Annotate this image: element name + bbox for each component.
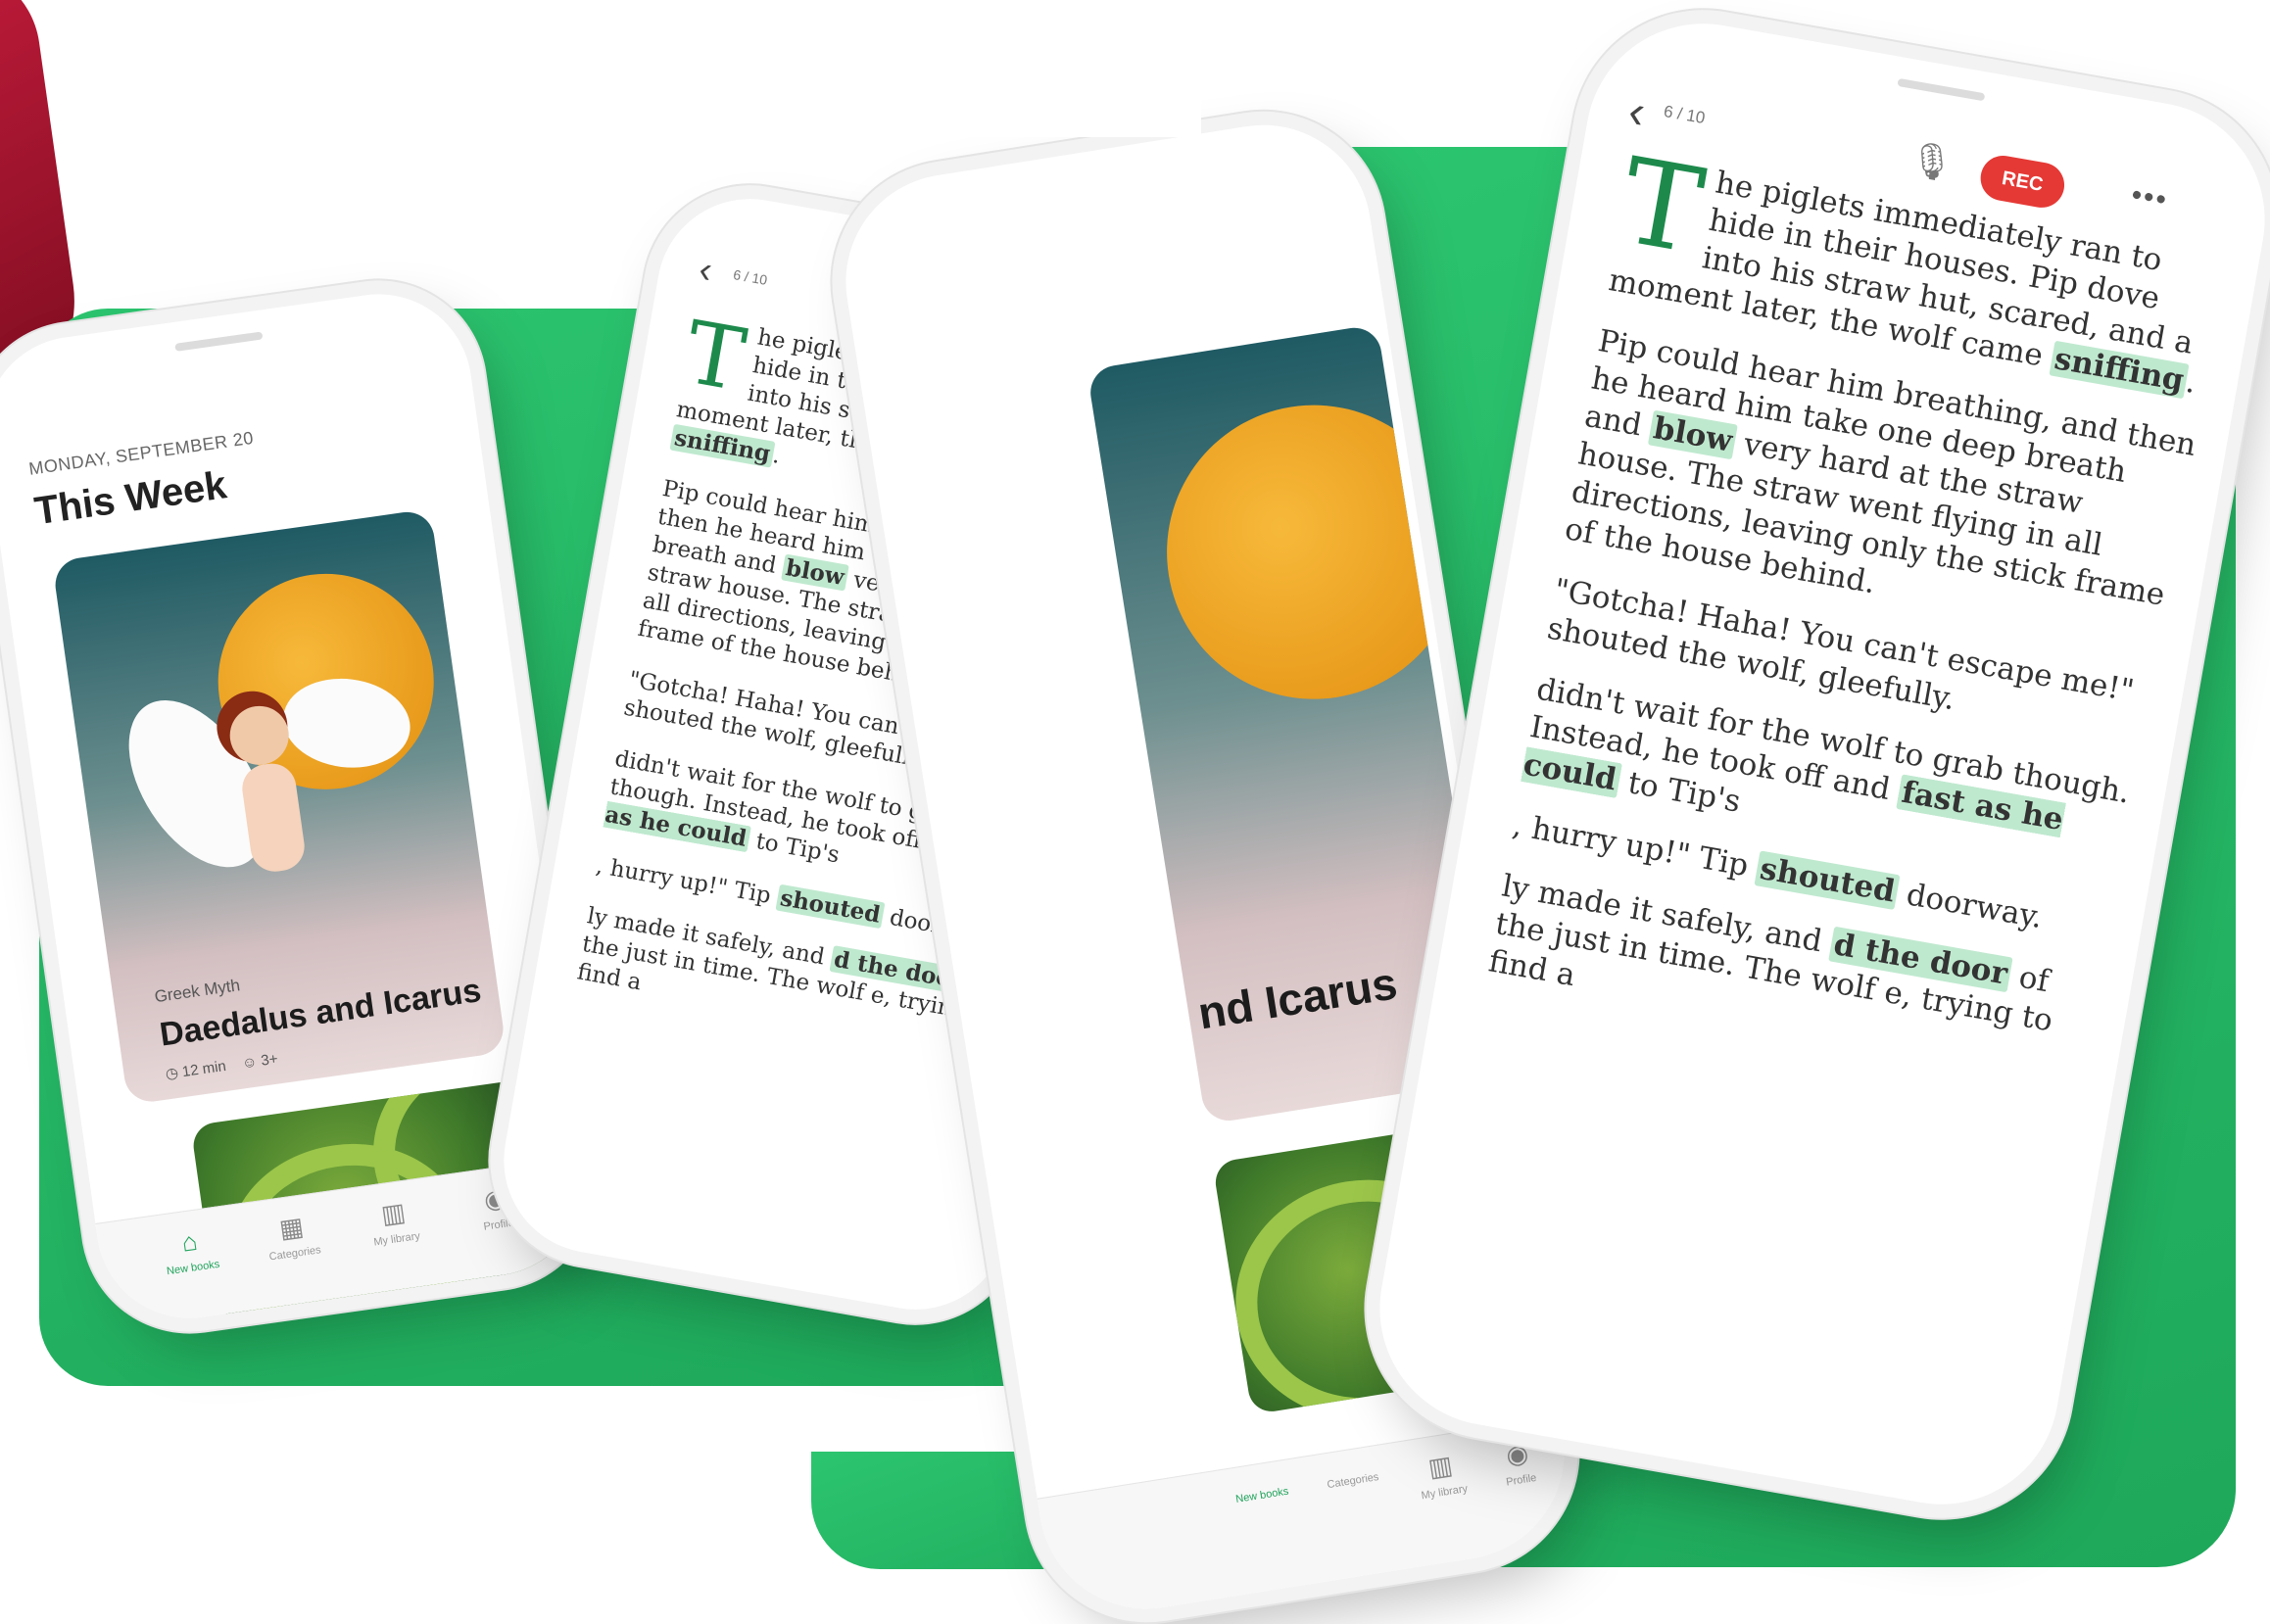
tab-label: Categories <box>1326 1471 1380 1492</box>
book-meta: ◷ 12 min ☺ 3+ <box>165 1050 279 1083</box>
featured-book-card[interactable]: Greek Myth Daedalus and Icarus ◷ 12 min … <box>51 508 507 1106</box>
profile-icon: ◉ <box>1504 1437 1531 1471</box>
tab-label: My library <box>372 1230 421 1249</box>
drop-cap: T <box>1611 133 1713 281</box>
book-title-partial: nd Icarus <box>1194 957 1401 1039</box>
microphone-icon[interactable]: 🎙 <box>1906 137 1956 185</box>
divider-panel-bottom <box>0 1386 811 1582</box>
phone-speaker <box>1897 77 1986 102</box>
highlighted-word: shouted <box>775 884 886 929</box>
tab-label: My library <box>1420 1482 1469 1503</box>
tab-my-library[interactable]: ▥ My library <box>1413 1433 1478 1565</box>
story-text-run: , hurry up!" Tip <box>594 852 781 910</box>
book-age: 3+ <box>260 1050 279 1070</box>
highlighted-word: shouted <box>1754 850 1901 910</box>
phone-speaker <box>174 331 264 352</box>
back-chevron-icon[interactable]: ‹ <box>1624 84 1649 140</box>
tab-profile[interactable]: ◉ Profile <box>1497 1421 1547 1551</box>
page-indicator: 6 / 10 <box>1662 101 1707 128</box>
record-button[interactable]: REC <box>1977 152 2068 212</box>
tab-categories[interactable]: ▦ Categories <box>249 1192 341 1309</box>
book-duration: 12 min <box>180 1057 227 1081</box>
more-icon[interactable]: ••• <box>2129 178 2171 217</box>
crop-mask <box>809 0 1201 137</box>
tab-new-books[interactable]: ⌂ New books <box>147 1206 239 1322</box>
page-indicator: 6 / 10 <box>732 266 769 288</box>
story-text: The piglets immediately ran to hide in t… <box>1481 133 2230 1109</box>
grid-icon: ▦ <box>277 1211 306 1244</box>
tab-label: Categories <box>268 1244 322 1264</box>
book-genre: Greek Myth <box>153 976 242 1007</box>
tab-label: Profile <box>1505 1471 1538 1489</box>
library-icon: ▥ <box>1425 1450 1455 1483</box>
tab-new-books[interactable]: New books <box>1231 1460 1303 1594</box>
tab-categories[interactable]: Categories <box>1323 1446 1394 1579</box>
profile-icon: ◉ <box>482 1182 508 1216</box>
back-chevron-icon[interactable]: ‹ <box>696 249 715 293</box>
library-icon: ▥ <box>379 1196 408 1230</box>
age-icon: ☺ <box>240 1053 259 1073</box>
tab-label: New books <box>166 1258 220 1278</box>
tab-label: New books <box>1234 1485 1290 1505</box>
drop-cap: T <box>678 301 752 411</box>
home-icon: ⌂ <box>179 1225 200 1258</box>
tab-bar: New books Categories ▥ My library ◉ Profil… <box>1037 1415 1580 1624</box>
clock-icon: ◷ <box>164 1064 180 1083</box>
story-text-run: doorway. <box>1894 875 2046 935</box>
tab-label: Profile <box>482 1217 515 1233</box>
tab-my-library[interactable]: ▥ My library <box>350 1177 442 1294</box>
